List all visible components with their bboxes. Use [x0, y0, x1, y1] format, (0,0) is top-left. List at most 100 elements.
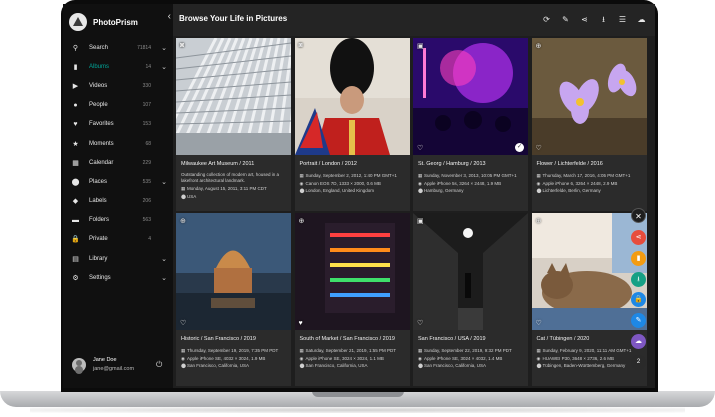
photo-meta-text: Sunday, September 2, 2012, 1:40 PM GMT+1: [305, 173, 397, 178]
photo-meta-text: Apple iPhone SE, 3024 × 3024, 1.1 MB: [305, 355, 384, 361]
edit-icon[interactable]: ✎: [631, 313, 646, 329]
lock-icon: 🔒: [71, 236, 80, 244]
sidebar-item-videos[interactable]: ▶ Videos 330: [63, 76, 173, 95]
sidebar-item-label: Places: [89, 178, 108, 185]
camera-icon[interactable]: ◙: [299, 42, 303, 49]
sidebar-item-calendar[interactable]: ▦ Calendar 229: [63, 153, 173, 172]
favorite-icon[interactable]: ♡: [417, 319, 423, 327]
sidebar-item-label: Search: [89, 44, 109, 51]
photo-thumbnail[interactable]: ⊕ ♥: [294, 213, 410, 330]
photo-meta-line: ◉ Apple iPhone 5s, 3264 × 2448, 1.9 MB: [418, 181, 523, 187]
private-lock-icon[interactable]: 🔒: [631, 292, 646, 308]
camera-icon[interactable]: ◙: [180, 42, 184, 49]
photo-meta-line: ◉ HUAWEI P30, 3648 × 2736, 2.6 MB: [537, 356, 642, 362]
zoom-in-icon[interactable]: ⊕: [180, 217, 186, 225]
sidebar-item-people[interactable]: ● People 107: [63, 96, 173, 115]
photo-info: Flower / Lichterfelde / 2016 ▦ Thursday, M…: [532, 155, 647, 211]
sidebar-item-count: 229: [142, 159, 151, 166]
chevron-down-icon[interactable]: ⌄: [161, 255, 167, 263]
zoom-in-icon[interactable]: ⊕: [299, 217, 305, 225]
sidebar-item-private[interactable]: 🔒 Private 4: [63, 230, 173, 249]
photo-meta-line: ⬤Tübingen, Baden-Württemberg, Germany: [537, 363, 642, 369]
refresh-icon[interactable]: ⟳: [537, 12, 556, 28]
favorite-icon[interactable]: ♥: [299, 320, 303, 327]
photo-meta-line: ◉ Apple iPhone SE, 3024 × 3024, 1.1 MB: [300, 356, 405, 362]
photo-meta-text: London, England, United Kingdom: [305, 188, 375, 193]
photo-card[interactable]: ⊕ ♥ South of Market / San Francisco / 2019…: [294, 213, 410, 386]
stack-icon[interactable]: ▣: [417, 42, 424, 50]
favorite-icon[interactable]: ♡: [417, 144, 423, 152]
photo-title[interactable]: Cat / Tübingen / 2020: [537, 336, 642, 342]
photo-card[interactable]: ▣ ♡ ✓ St. Georg / Hamburg / 2013 ▦ Sunday, No…: [413, 38, 528, 211]
photo-title[interactable]: Historic / San Francisco / 2019: [181, 336, 286, 342]
photo-card[interactable]: ⊕ ♡ Cat / Tübingen / 2020 ▦ Sunday, February…: [531, 213, 647, 386]
photo-title[interactable]: South of Market / San Francisco / 2019: [300, 336, 405, 342]
user-email: jane@gmail.com: [93, 366, 135, 372]
photo-title[interactable]: Milwaukee Art Museum / 2011: [181, 161, 286, 167]
photo-title[interactable]: Portrait / London / 2012: [300, 161, 405, 167]
download-icon[interactable]: ⭳: [594, 12, 613, 28]
photo-thumbnail[interactable]: ◙: [176, 38, 291, 155]
photo-title[interactable]: St. Georg / Hamburg / 2013: [418, 161, 523, 167]
favorite-icon[interactable]: ♡: [180, 319, 186, 327]
power-icon[interactable]: ⏻: [156, 360, 162, 370]
photo-meta-text: San Francisco, California, USA: [424, 363, 487, 368]
sidebar-item-library[interactable]: ▤ Library ⌄: [63, 249, 173, 268]
sidebar-item-albums[interactable]: ▮ Albums 14 ⌄: [63, 57, 173, 76]
photo-meta-text: Apple iPhone 6, 3264 × 2448, 2.9 MB: [542, 180, 618, 186]
photo-meta-text: Apple iPhone SE, 4032 × 3024, 1.9 MB: [187, 355, 266, 361]
sidebar-item-label: Favorites: [89, 121, 114, 128]
chevron-left-icon[interactable]: ‹: [168, 11, 171, 22]
stack-icon[interactable]: ▣: [417, 217, 424, 225]
photo-meta-line: ⬤San Francisco, California, USA: [181, 363, 286, 369]
photo-meta-text: San Francisco, California, USA: [187, 363, 250, 368]
cloud-upload-icon[interactable]: ☁: [632, 12, 651, 28]
photo-title[interactable]: Flower / Lichterfelde / 2016: [537, 161, 642, 167]
archive-icon[interactable]: ☁: [631, 333, 646, 349]
selection-count[interactable]: 2: [631, 355, 646, 370]
avatar[interactable]: [72, 358, 86, 372]
photo-thumbnail[interactable]: ⊕ ♡: [176, 213, 291, 330]
sidebar-item-moments[interactable]: ★ Moments 68: [63, 134, 173, 153]
toolbar: ⟳ ✎ ⋖ ⭳ ☰ ☁: [537, 12, 651, 28]
photo-title[interactable]: San Francisco / USA / 2019: [418, 336, 523, 342]
edit-icon[interactable]: ✎: [556, 12, 575, 28]
photo-thumbnail[interactable]: ◙: [294, 38, 410, 155]
sidebar-item-folders[interactable]: ▬ Folders 563: [63, 211, 173, 230]
sidebar-item-places[interactable]: ⬤ Places 535 ⌄: [63, 172, 173, 191]
photo-meta-line: ▦ Thursday, March 17, 2016, 4:05 PM GMT+1: [537, 173, 642, 179]
sidebar-item-count: 535: [142, 178, 151, 185]
chevron-down-icon[interactable]: ⌄: [161, 63, 167, 71]
sidebar-item-settings[interactable]: ⚙ Settings ⌄: [63, 268, 173, 287]
chevron-down-icon[interactable]: ⌄: [161, 178, 167, 186]
chevron-down-icon[interactable]: ⌄: [161, 274, 167, 282]
sidebar-item-labels[interactable]: ◆ Labels 206: [63, 192, 173, 211]
photo-card[interactable]: ◙ Portrait / London / 2012 ▦ Sunday, Septem…: [294, 38, 410, 211]
photo-thumbnail[interactable]: ⊕ ♡: [531, 38, 647, 155]
view-list-icon[interactable]: ☰: [613, 12, 632, 28]
chevron-down-icon[interactable]: ⌄: [161, 44, 167, 52]
sidebar-item-label: People: [89, 102, 108, 109]
sidebar-item-search[interactable]: ⚲ Search 71814 ⌄: [63, 38, 173, 57]
zoom-in-icon[interactable]: ⊕: [536, 217, 542, 225]
download-icon[interactable]: ⭳: [631, 271, 646, 287]
share-icon[interactable]: ⋖: [631, 230, 646, 245]
zoom-in-icon[interactable]: ⊕: [536, 42, 542, 50]
favorite-icon[interactable]: ♡: [536, 144, 542, 152]
photo-card[interactable]: ⊕ ♡ Historic / San Francisco / 2019 ▦ Thursd…: [176, 213, 291, 386]
photo-card[interactable]: ⊕ ♡ Flower / Lichterfelde / 2016 ▦ Thursday,…: [531, 38, 647, 211]
action-buttons: ⋖ ▮ ⭳ 🔒 ✎ ☁: [631, 208, 651, 355]
share-icon[interactable]: ⋖: [575, 12, 594, 28]
sidebar-item-label: Labels: [89, 198, 107, 205]
photo-meta-line: ◉ Apple iPhone SE, 4032 × 3024, 1.9 MB: [181, 356, 286, 362]
add-to-album-icon[interactable]: ▮: [631, 250, 646, 266]
photo-thumbnail[interactable]: ⊕ ♡: [531, 213, 647, 330]
photo-thumbnail[interactable]: ▣ ♡ ✓: [413, 38, 528, 155]
brand[interactable]: PhotoPrism: [69, 10, 169, 34]
photo-card[interactable]: ◙ Milwaukee Art Museum / 2011 Outstanding …: [176, 38, 291, 211]
favorite-icon[interactable]: ♡: [536, 319, 542, 327]
photo-card[interactable]: ▣ ♡ San Francisco / USA / 2019 ▦ Sunday, Sep…: [413, 213, 528, 386]
selected-check-icon[interactable]: ✓: [515, 143, 524, 152]
photo-thumbnail[interactable]: ▣ ♡: [413, 213, 528, 330]
sidebar-item-favorites[interactable]: ♥ Favorites 153: [63, 115, 173, 134]
